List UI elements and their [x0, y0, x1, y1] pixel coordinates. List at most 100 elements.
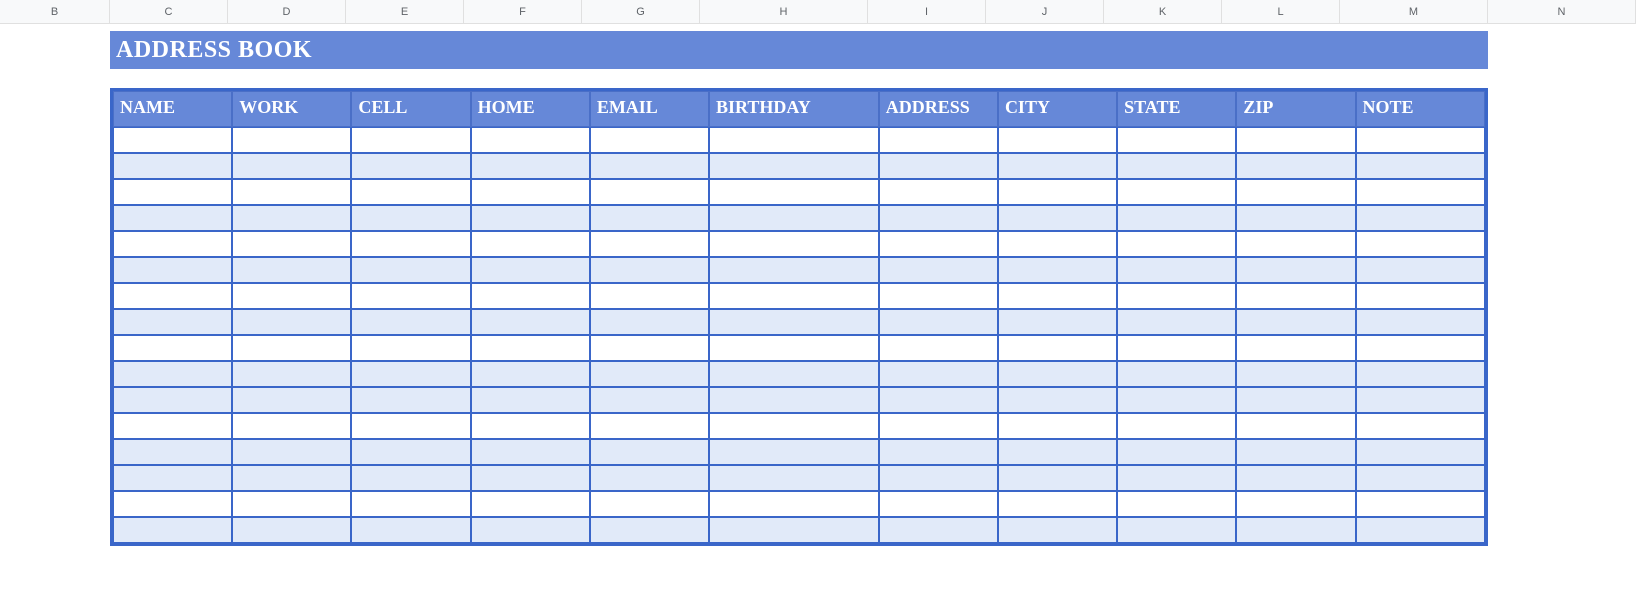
table-cell[interactable] [709, 335, 879, 361]
table-cell[interactable] [1236, 387, 1355, 413]
table-cell[interactable] [113, 205, 232, 231]
table-cell[interactable] [709, 179, 879, 205]
table-cell[interactable] [998, 283, 1117, 309]
table-cell[interactable] [471, 517, 590, 543]
table-cell[interactable] [232, 283, 351, 309]
table-cell[interactable] [351, 283, 470, 309]
table-cell[interactable] [1236, 465, 1355, 491]
table-cell[interactable] [1356, 335, 1485, 361]
column-header-K[interactable]: K [1104, 0, 1222, 23]
table-cell[interactable] [998, 127, 1117, 153]
table-cell[interactable] [998, 179, 1117, 205]
table-cell[interactable] [232, 361, 351, 387]
table-cell[interactable] [879, 465, 998, 491]
table-header-note[interactable]: NOTE [1356, 91, 1485, 127]
table-cell[interactable] [590, 257, 709, 283]
table-cell[interactable] [590, 231, 709, 257]
table-cell[interactable] [471, 257, 590, 283]
table-cell[interactable] [998, 205, 1117, 231]
table-cell[interactable] [998, 153, 1117, 179]
table-cell[interactable] [590, 335, 709, 361]
table-cell[interactable] [113, 439, 232, 465]
table-cell[interactable] [113, 231, 232, 257]
table-cell[interactable] [1117, 439, 1236, 465]
table-cell[interactable] [1356, 257, 1485, 283]
table-cell[interactable] [590, 283, 709, 309]
table-header-home[interactable]: HOME [471, 91, 590, 127]
table-cell[interactable] [1236, 309, 1355, 335]
column-header-F[interactable]: F [464, 0, 582, 23]
table-cell[interactable] [1356, 153, 1485, 179]
table-cell[interactable] [1356, 491, 1485, 517]
table-cell[interactable] [1117, 283, 1236, 309]
table-cell[interactable] [113, 413, 232, 439]
table-cell[interactable] [709, 413, 879, 439]
table-cell[interactable] [1236, 517, 1355, 543]
table-cell[interactable] [709, 283, 879, 309]
column-header-H[interactable]: H [700, 0, 868, 23]
table-cell[interactable] [232, 439, 351, 465]
table-cell[interactable] [113, 517, 232, 543]
table-cell[interactable] [879, 413, 998, 439]
table-cell[interactable] [1117, 309, 1236, 335]
table-cell[interactable] [709, 153, 879, 179]
table-cell[interactable] [113, 387, 232, 413]
table-cell[interactable] [471, 309, 590, 335]
table-cell[interactable] [351, 491, 470, 517]
table-cell[interactable] [1117, 465, 1236, 491]
table-cell[interactable] [113, 335, 232, 361]
table-cell[interactable] [1236, 491, 1355, 517]
column-header-G[interactable]: G [582, 0, 700, 23]
table-cell[interactable] [232, 231, 351, 257]
table-cell[interactable] [1356, 283, 1485, 309]
table-cell[interactable] [590, 309, 709, 335]
table-cell[interactable] [590, 127, 709, 153]
table-cell[interactable] [471, 387, 590, 413]
table-cell[interactable] [709, 127, 879, 153]
table-cell[interactable] [471, 491, 590, 517]
table-cell[interactable] [471, 127, 590, 153]
table-cell[interactable] [113, 465, 232, 491]
table-cell[interactable] [351, 387, 470, 413]
table-cell[interactable] [1356, 517, 1485, 543]
table-cell[interactable] [113, 257, 232, 283]
table-cell[interactable] [709, 517, 879, 543]
table-cell[interactable] [1117, 491, 1236, 517]
table-cell[interactable] [879, 335, 998, 361]
table-cell[interactable] [879, 387, 998, 413]
table-cell[interactable] [471, 231, 590, 257]
table-cell[interactable] [879, 361, 998, 387]
table-cell[interactable] [590, 361, 709, 387]
table-cell[interactable] [113, 491, 232, 517]
table-cell[interactable] [351, 257, 470, 283]
table-cell[interactable] [1117, 153, 1236, 179]
table-cell[interactable] [1117, 413, 1236, 439]
column-header-I[interactable]: I [868, 0, 986, 23]
table-cell[interactable] [232, 205, 351, 231]
table-header-name[interactable]: NAME [113, 91, 232, 127]
table-cell[interactable] [998, 465, 1117, 491]
table-cell[interactable] [351, 231, 470, 257]
table-cell[interactable] [590, 179, 709, 205]
table-cell[interactable] [998, 361, 1117, 387]
table-cell[interactable] [879, 231, 998, 257]
table-cell[interactable] [232, 179, 351, 205]
column-header-E[interactable]: E [346, 0, 464, 23]
table-cell[interactable] [879, 283, 998, 309]
table-header-birthday[interactable]: BIRTHDAY [709, 91, 879, 127]
table-cell[interactable] [351, 309, 470, 335]
table-cell[interactable] [879, 205, 998, 231]
table-cell[interactable] [1236, 127, 1355, 153]
table-cell[interactable] [351, 205, 470, 231]
table-cell[interactable] [879, 439, 998, 465]
table-cell[interactable] [351, 517, 470, 543]
table-cell[interactable] [1117, 231, 1236, 257]
table-cell[interactable] [1117, 257, 1236, 283]
table-cell[interactable] [590, 491, 709, 517]
table-cell[interactable] [590, 413, 709, 439]
table-cell[interactable] [879, 127, 998, 153]
table-cell[interactable] [471, 335, 590, 361]
table-cell[interactable] [1117, 335, 1236, 361]
table-cell[interactable] [471, 465, 590, 491]
table-cell[interactable] [113, 309, 232, 335]
